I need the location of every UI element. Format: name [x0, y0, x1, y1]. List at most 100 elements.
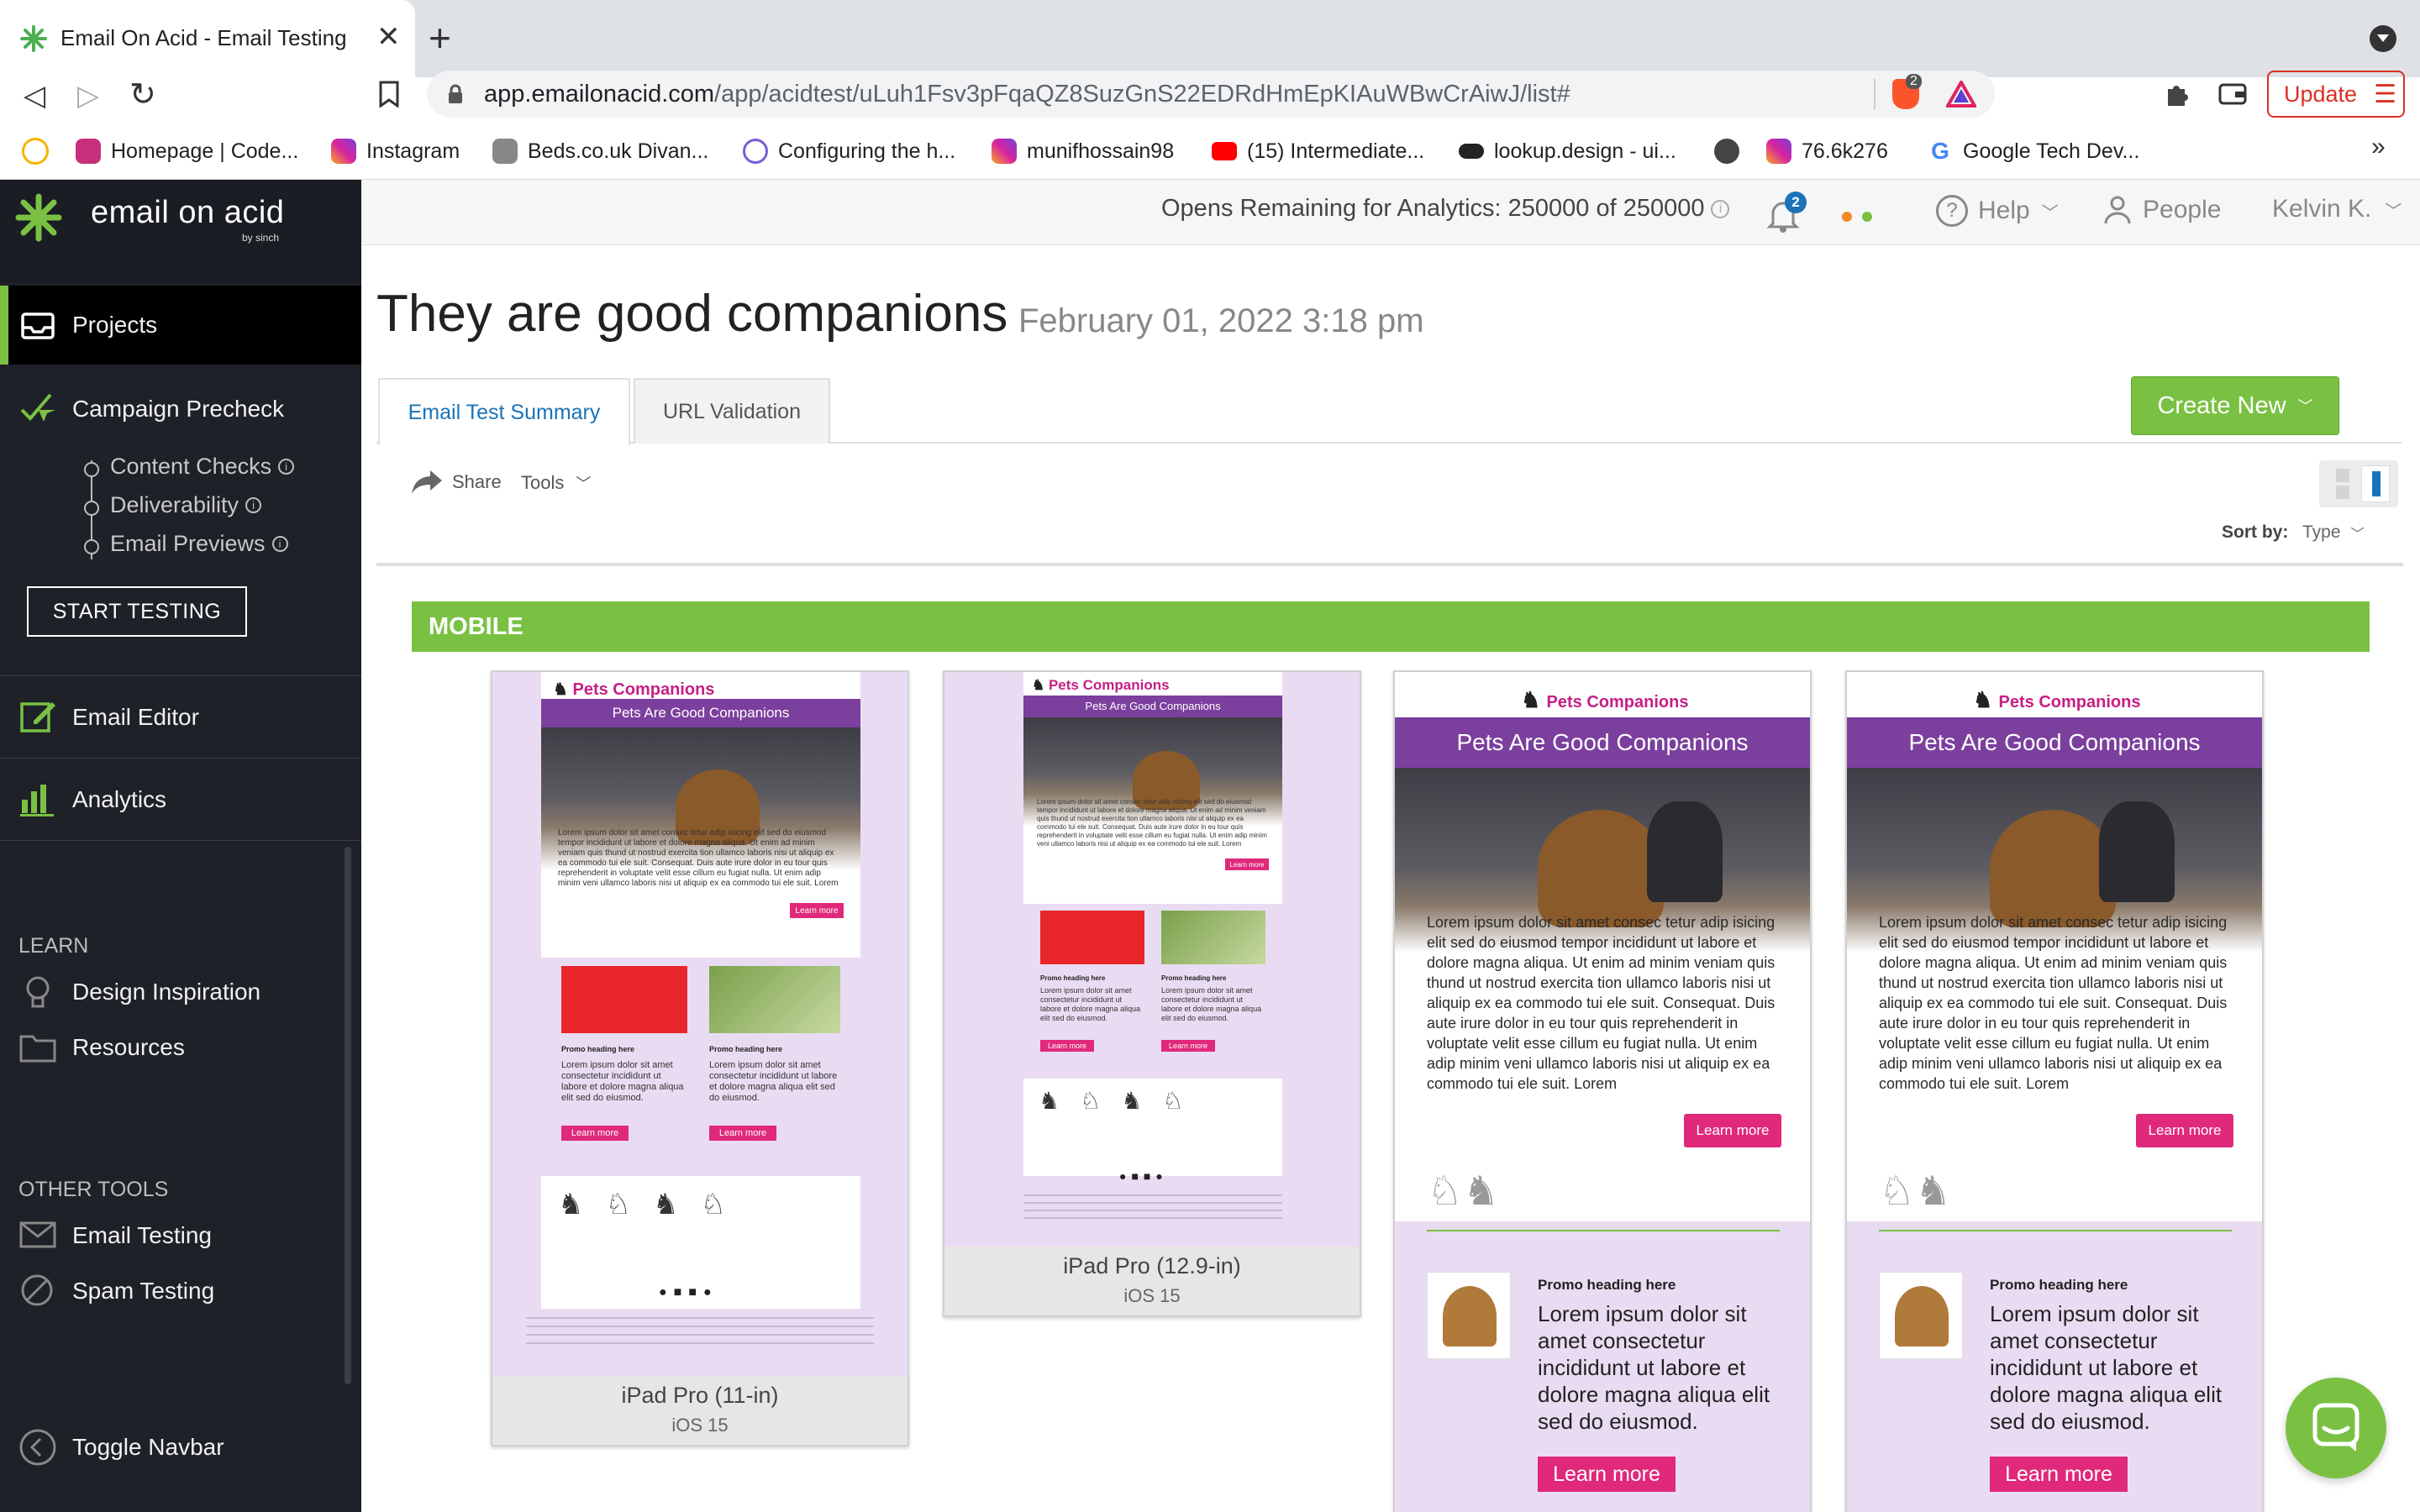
- bookmark-3[interactable]: Configuring the h...: [743, 131, 955, 171]
- sidebar-item-resources[interactable]: Resources: [0, 1021, 361, 1074]
- promo-image-red: [1040, 911, 1144, 964]
- question-icon: ?: [1936, 195, 1968, 227]
- config-icon: [743, 139, 768, 164]
- list-view-icon[interactable]: [2361, 465, 2390, 502]
- sidebar-item-projects[interactable]: Projects: [0, 286, 361, 365]
- preview-card-4[interactable]: ♞ Pets Companions Pets Are Good Companio…: [1845, 670, 2264, 1512]
- back-icon[interactable]: ◁: [24, 79, 45, 113]
- user-name: Kelvin K.: [2272, 195, 2372, 223]
- emailonacid-favicon-icon: [20, 25, 47, 52]
- sidebar-divider: [0, 840, 361, 841]
- bookmark-7[interactable]: [1714, 131, 1739, 171]
- sidebar-item-email-editor[interactable]: Email Editor: [0, 677, 361, 758]
- next-bookmark-icon[interactable]: [22, 138, 49, 165]
- footer-text: [526, 1317, 874, 1351]
- block-icon: [21, 1274, 53, 1306]
- social-icons: ●■■●: [1119, 1169, 1168, 1183]
- chevron-left-circle-icon: [19, 1429, 56, 1466]
- sidebar-item-spam-testing[interactable]: Spam Testing: [0, 1265, 361, 1317]
- toggle-navbar-button[interactable]: Toggle Navbar: [0, 1418, 361, 1477]
- browser-tab[interactable]: Email On Acid - Email Testing ✕: [0, 0, 415, 77]
- person-shape: [2099, 801, 2175, 902]
- sidebar-item-design-inspiration[interactable]: Design Inspiration: [0, 966, 361, 1018]
- help-menu[interactable]: ? Help ﹀: [1936, 195, 2059, 227]
- sidebar: email on acid by sinch Projects Campaign…: [0, 180, 361, 1512]
- footer-text: [1023, 1194, 1282, 1220]
- people-menu[interactable]: People: [2104, 195, 2221, 225]
- email-body-text: Lorem ipsum dolor sit amet consec tetur …: [1879, 914, 2228, 1092]
- sidebar-item-content-checks[interactable]: Content Checks i: [110, 454, 295, 480]
- sidebar-scrollbar[interactable]: [345, 847, 351, 1384]
- pets-sketch: ♘♞: [1879, 1169, 1952, 1214]
- sidebar-divider: [0, 675, 361, 676]
- bookmark-9[interactable]: G Google Tech Dev...: [1928, 131, 2139, 171]
- grid-view-icon-bottom: [2336, 486, 2349, 499]
- share-button[interactable]: Share: [410, 469, 502, 496]
- pet-logo-icon: ♞: [1973, 687, 1999, 712]
- new-tab-icon[interactable]: +: [429, 15, 451, 60]
- tab-search-icon[interactable]: [2370, 25, 2396, 52]
- bookmark-8[interactable]: 76.6k276: [1766, 131, 1888, 171]
- sidebar-item-analytics[interactable]: Analytics: [0, 759, 361, 840]
- toggle-icon: [1459, 144, 1484, 159]
- subitem-dot: [84, 462, 99, 477]
- brave-shield-icon[interactable]: 2: [1892, 74, 1922, 109]
- bookmark-6[interactable]: lookup.design - ui...: [1459, 131, 1676, 171]
- bookmark-5[interactable]: (15) Intermediate...: [1212, 131, 1424, 171]
- info-icon: i: [245, 497, 262, 513]
- grid-view-icon[interactable]: [2336, 469, 2349, 482]
- tools-dropdown[interactable]: Tools ﹀: [521, 472, 591, 494]
- tab-close-icon[interactable]: ✕: [376, 20, 401, 54]
- promo-section: Promo heading here Lorem ipsum dolor sit…: [1395, 1221, 1810, 1512]
- create-new-button[interactable]: Create New ﹀: [2131, 376, 2339, 435]
- bookmark-2[interactable]: Beds.co.uk Divan...: [492, 131, 708, 171]
- instagram-icon: [1766, 139, 1791, 164]
- sidebar-item-campaign-precheck[interactable]: Campaign Precheck: [0, 378, 361, 440]
- user-menu[interactable]: Kelvin K. ﹀: [2272, 195, 2402, 223]
- preview-card-ipad-pro-11[interactable]: ♞ Pets Companions Pets Are Good Companio…: [491, 670, 909, 1446]
- sidebar-sublabel: Content Checks: [110, 454, 272, 479]
- bookmark-4[interactable]: munifhossain98: [992, 131, 1174, 171]
- os-version: iOS 15: [1123, 1285, 1181, 1306]
- promo-text: Lorem ipsum dolor sit amet consectetur i…: [1990, 1301, 2223, 1434]
- forward-icon[interactable]: ▷: [77, 79, 99, 113]
- update-button[interactable]: Update ☰: [2267, 71, 2405, 118]
- sidebar-item-deliverability[interactable]: Deliverability i: [110, 492, 262, 518]
- reload-icon[interactable]: ↻: [129, 76, 156, 113]
- learn-heading: LEARN: [18, 934, 89, 958]
- start-testing-button[interactable]: START TESTING: [27, 586, 247, 637]
- bookmark-1[interactable]: Instagram: [331, 131, 460, 171]
- sort-by-dropdown[interactable]: Type ﹀: [2302, 522, 2365, 543]
- sidebar-item-email-testing[interactable]: Email Testing: [0, 1210, 361, 1262]
- page-title: They are good companions: [376, 285, 1008, 343]
- chat-launcher-button[interactable]: [2286, 1378, 2386, 1478]
- learn-more-button: Learn more: [1161, 1040, 1215, 1052]
- sidebar-item-email-previews[interactable]: Email Previews i: [110, 531, 288, 557]
- email-logo: ♞ Pets Companions: [1521, 687, 1688, 713]
- brave-rewards-icon[interactable]: [1946, 81, 1976, 108]
- email-body-text: Lorem ipsum dolor sit amet consec tetur …: [1037, 798, 1267, 848]
- address-bar[interactable]: app.emailonacid.com/app/acidtest/uLuh1Fs…: [427, 71, 1995, 118]
- sidebar-label: Design Inspiration: [72, 979, 261, 1005]
- lightbulb-icon: [26, 976, 50, 1008]
- dog-shape: [1538, 810, 1664, 927]
- bookmark-label: Configuring the h...: [778, 139, 956, 163]
- email-brand: Pets Companions: [1546, 693, 1689, 711]
- info-icon[interactable]: i: [1711, 199, 1730, 218]
- more-bookmarks-icon[interactable]: »: [2371, 133, 2386, 161]
- preview-card-ipad-pro-12-9[interactable]: ♞ Pets Companions Pets Are Good Companio…: [943, 670, 1361, 1317]
- url-divider: [1874, 79, 1876, 109]
- sidebar-label: Spam Testing: [72, 1278, 215, 1304]
- tab-email-test-summary[interactable]: Email Test Summary: [378, 378, 630, 445]
- extensions-icon[interactable]: [2163, 81, 2190, 108]
- view-toggle: [2319, 460, 2398, 507]
- tools-label: Tools: [521, 472, 565, 493]
- bookmark-icon[interactable]: [378, 81, 400, 108]
- tab-url-validation[interactable]: URL Validation: [634, 378, 830, 444]
- section-label: MOBILE: [429, 613, 523, 640]
- dog-shape: [1443, 1286, 1497, 1347]
- wallet-icon[interactable]: [2218, 82, 2247, 106]
- chat-icon: [2312, 1403, 2360, 1452]
- bookmark-0[interactable]: Homepage | Code...: [76, 131, 298, 171]
- preview-card-3[interactable]: ♞ Pets Companions Pets Are Good Companio…: [1393, 670, 1812, 1512]
